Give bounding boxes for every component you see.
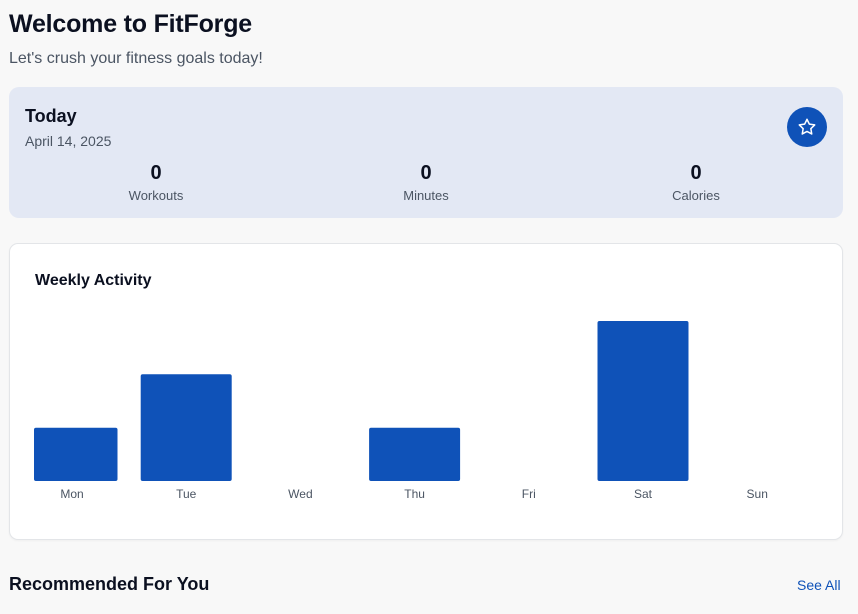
favorite-button[interactable] bbox=[787, 107, 827, 147]
dashboard-page: Welcome to FitForge Let's crush your fit… bbox=[0, 0, 858, 614]
day-label-thu: Thu bbox=[404, 487, 425, 501]
day-label-mon: Mon bbox=[60, 487, 83, 501]
stat-calories-value: 0 bbox=[690, 162, 702, 184]
day-label-sat: Sat bbox=[634, 487, 653, 501]
activity-bar-sat bbox=[597, 321, 689, 481]
day-label-wed: Wed bbox=[288, 487, 312, 501]
weekly-activity-chart: Mon Tue Wed Thu Fri Sat Sun bbox=[34, 321, 768, 501]
activity-bar-thu bbox=[369, 427, 461, 481]
stat-minutes-value: 0 bbox=[420, 162, 432, 184]
stat-calories: 0 Calories bbox=[621, 161, 771, 203]
weekly-activity-card: Weekly Activity Mon Tue Wed Thu Fri Sat Sun bbox=[9, 243, 843, 540]
recommended-title: Recommended For You bbox=[9, 574, 210, 594]
activity-bar-mon bbox=[34, 427, 118, 481]
see-all-link[interactable]: See All bbox=[797, 577, 841, 593]
stat-minutes-label: Minutes bbox=[403, 188, 449, 203]
today-date: April 14, 2025 bbox=[25, 133, 112, 149]
stat-workouts-label: Workouts bbox=[128, 188, 184, 203]
today-summary-card: Today April 14, 2025 0 Workouts 0 Minute… bbox=[9, 87, 843, 218]
activity-bar-tue bbox=[140, 374, 232, 481]
page-subtitle: Let's crush your fitness goals today! bbox=[9, 50, 263, 67]
star-icon bbox=[798, 118, 816, 135]
stat-minutes: 0 Minutes bbox=[351, 161, 501, 203]
stat-calories-label: Calories bbox=[672, 188, 720, 203]
stat-workouts-value: 0 bbox=[150, 162, 162, 184]
day-label-fri: Fri bbox=[522, 487, 536, 501]
today-title: Today bbox=[25, 106, 77, 126]
day-label-tue: Tue bbox=[176, 487, 197, 501]
day-label-sun: Sun bbox=[747, 487, 768, 501]
stat-workouts: 0 Workouts bbox=[81, 161, 231, 203]
page-title: Welcome to FitForge bbox=[9, 10, 252, 38]
